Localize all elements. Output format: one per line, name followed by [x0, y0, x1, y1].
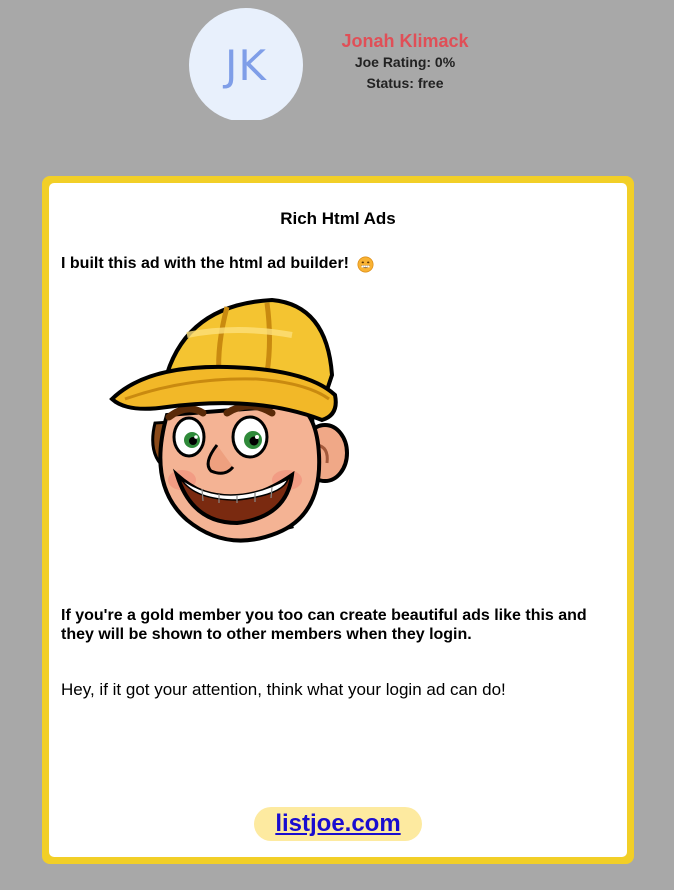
listjoe-link[interactable]: listjoe.com [254, 807, 422, 841]
avatar-initials: JK [225, 40, 267, 90]
ad-intro: I built this ad with the html ad builder… [61, 255, 374, 273]
login-ad-panel: Rich Html Ads I built this ad with the h… [49, 183, 627, 857]
ad-title: Rich Html Ads [280, 209, 396, 228]
ad-pitch: If you're a gold member you too can crea… [61, 607, 587, 643]
login-ad-frame: Rich Html Ads I built this ad with the h… [42, 176, 634, 864]
ad-intro-text: I built this ad with the html ad builder… [61, 255, 349, 272]
member-status: Status: free [366, 75, 444, 91]
avatar-clip [186, 120, 306, 132]
profile-info: Jonah Klimack Joe Rating: 0% Status: fre… [330, 30, 480, 94]
ad-body: Hey, if it got your attention, think wha… [61, 680, 506, 699]
grinning-face-icon [357, 256, 374, 272]
avatar: JK [189, 8, 303, 122]
profile-name: Jonah Klimack [341, 31, 469, 51]
joe-rating: Joe Rating: 0% [354, 54, 456, 70]
construction-worker-mascot [109, 297, 349, 543]
